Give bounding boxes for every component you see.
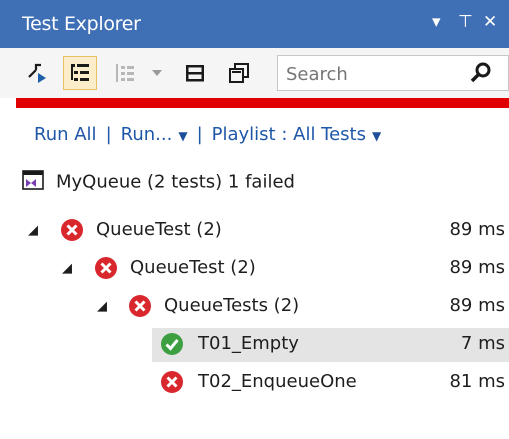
tree-row[interactable]: ◢ QueueTests (2) 89 ms: [0, 290, 509, 324]
failed-icon: [129, 295, 151, 317]
group-by-icon[interactable]: [63, 56, 97, 90]
run-menu-link[interactable]: Run... ▼: [121, 124, 188, 145]
filter-icon[interactable]: [178, 56, 212, 90]
duration: 89 ms: [449, 295, 505, 316]
command-bar: Run All | Run... ▼ | Playlist : All Tests ▼: [34, 124, 381, 145]
title-bar: Test Explorer ▾ ⊤ ✕: [0, 0, 509, 48]
passed-icon: [161, 333, 183, 355]
expander-icon[interactable]: ◢: [97, 299, 107, 314]
search-box[interactable]: [277, 55, 509, 91]
tree-row[interactable]: ◢ QueueTest (2) 89 ms: [0, 214, 509, 248]
tree-item-name: QueueTest (2): [96, 219, 222, 240]
project-icon: [22, 170, 44, 195]
chevron-down-icon: ▼: [372, 129, 382, 143]
separator: |: [105, 124, 112, 145]
copy-icon[interactable]: [222, 56, 256, 90]
duration: 81 ms: [449, 371, 505, 392]
search-icon[interactable]: [468, 60, 494, 90]
summary-text: MyQueue (2 tests) 1 failed: [56, 171, 295, 193]
failed-icon: [95, 257, 117, 279]
tree-item-name: QueueTest (2): [130, 257, 256, 278]
duration: 7 ms: [460, 333, 505, 354]
tree-row[interactable]: T02_EnqueueOne 81 ms: [0, 366, 509, 400]
error-bar: [16, 98, 509, 108]
separator: |: [196, 124, 203, 145]
panel-title: Test Explorer: [22, 13, 141, 35]
tree-row[interactable]: ◢ QueueTest (2) 89 ms: [0, 252, 509, 286]
expander-icon[interactable]: ◢: [28, 223, 38, 238]
run-tests-icon[interactable]: [20, 56, 54, 90]
duration: 89 ms: [449, 257, 505, 278]
dropdown-icon[interactable]: [148, 56, 166, 90]
search-input[interactable]: [284, 62, 458, 86]
failed-icon: [161, 371, 183, 393]
playlist-link[interactable]: Playlist : All Tests ▼: [212, 124, 382, 145]
playlist-icon[interactable]: [108, 56, 142, 90]
run-label: Run...: [120, 124, 173, 145]
playlist-label: Playlist : All Tests: [211, 124, 366, 145]
tree-row-selected[interactable]: T01_Empty 7 ms: [152, 328, 509, 362]
test-summary: MyQueue (2 tests) 1 failed: [22, 170, 295, 195]
tree-item-name: T01_Empty: [198, 333, 299, 354]
failed-icon: [61, 219, 83, 241]
pin-icon[interactable]: ⊤: [458, 12, 473, 32]
tree-item-name: QueueTests (2): [164, 295, 300, 316]
run-all-link[interactable]: Run All: [34, 124, 97, 145]
window-position-icon[interactable]: ▾: [432, 12, 441, 32]
duration: 89 ms: [449, 219, 505, 240]
close-icon[interactable]: ✕: [483, 12, 497, 32]
expander-icon[interactable]: ◢: [62, 261, 72, 276]
tree-item-name: T02_EnqueueOne: [198, 371, 357, 392]
chevron-down-icon: ▼: [178, 129, 188, 143]
